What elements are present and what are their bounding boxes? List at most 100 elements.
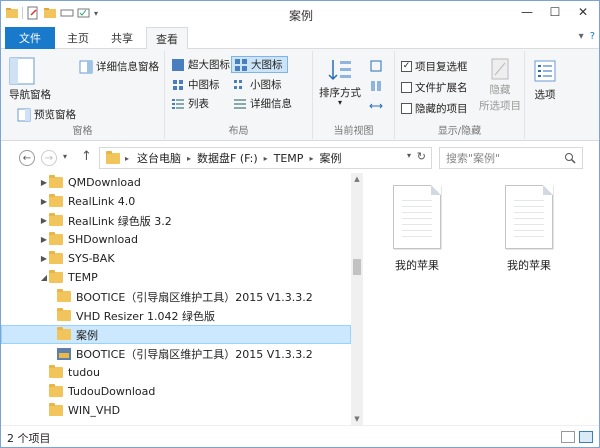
breadcrumb-drive-f[interactable]: 数据盘F (F:) (197, 150, 258, 166)
scroll-down-icon[interactable]: ▼ (351, 413, 363, 425)
details-view-icon[interactable] (561, 431, 575, 443)
chevron-down-icon[interactable]: ▾ (579, 31, 584, 42)
preview-pane-button[interactable]: 预览窗格 (17, 107, 76, 122)
address-bar-row: ← → ▾ ↑ ▸ 这台电脑 ▸ 数据盘F (F:) ▸ TEMP ▸ 案例 ▾… (1, 141, 599, 173)
tree-item[interactable]: ▶ RealLink 4.0 (1, 192, 351, 211)
close-button[interactable]: ✕ (569, 1, 597, 23)
folder-icon (49, 384, 63, 397)
chevron-right-icon[interactable]: ▸ (264, 154, 268, 163)
group-by-button[interactable] (369, 59, 383, 73)
add-columns-button[interactable] (369, 79, 383, 93)
layout-group: 超大图标 大图标 中图标 小图标 列表 详细信息 布局 (165, 51, 313, 139)
tree-item[interactable]: tudou (1, 363, 351, 382)
folder-icon (57, 308, 71, 321)
layout-details[interactable]: 详细信息 (233, 96, 292, 111)
layout-medium-icons[interactable]: 中图标 (171, 77, 220, 92)
ribbon-toggle: ▾ ? (579, 31, 595, 42)
extra-large-icons-icon (172, 58, 184, 71)
breadcrumb-temp[interactable]: TEMP (274, 152, 304, 165)
up-button[interactable]: ↑ (81, 149, 92, 164)
tree-item[interactable]: ▶ SHDownload (1, 230, 351, 249)
chevron-right-icon[interactable]: ▸ (125, 154, 129, 163)
layout-large-icons[interactable]: 大图标 (231, 56, 288, 73)
status-bar: 2 个项目 (1, 425, 599, 447)
expand-arrow-icon[interactable]: ▶ (39, 178, 49, 187)
file-name: 我的苹果 (395, 259, 439, 272)
chevron-right-icon[interactable]: ▸ (187, 154, 191, 163)
layout-small-icons[interactable]: 小图标 (233, 77, 282, 92)
scrollbar-thumb[interactable] (353, 259, 361, 275)
group-label: 显示/隐藏 (437, 126, 482, 137)
tree-item[interactable]: ▶ RealLink 绿色版 3.2 (1, 211, 351, 230)
group-by-icon (370, 60, 382, 72)
folder-icon (49, 270, 63, 283)
file-extensions-toggle[interactable]: 文件扩展名 (401, 80, 468, 95)
item-count: 2 个项目 (7, 431, 51, 445)
sort-icon (328, 60, 351, 81)
expand-arrow-icon[interactable]: ▶ (39, 254, 49, 263)
hidden-items-toggle[interactable]: 隐藏的项目 (401, 101, 468, 116)
tree-item-selected[interactable]: 案例 (1, 325, 351, 344)
hide-selected-icon (491, 58, 509, 80)
add-columns-icon (371, 81, 381, 91)
recent-locations-icon[interactable]: ▾ (63, 152, 67, 161)
layout-list[interactable]: 列表 (171, 96, 209, 111)
tree-item[interactable]: BOOTICE（引导扇区维护工具）2015 V1.3.3.2 (1, 287, 351, 306)
tab-share[interactable]: 共享 (101, 27, 143, 49)
file-item[interactable]: 我的苹果 (489, 185, 569, 273)
preview-pane-icon (17, 108, 31, 121)
tree-item[interactable]: ◢ TEMP (1, 268, 351, 287)
window-controls: — ☐ ✕ (513, 1, 597, 23)
checkbox-unchecked[interactable] (401, 103, 412, 114)
checkbox-checked[interactable]: ✓ (401, 61, 412, 72)
large-icons-view-icon[interactable] (579, 431, 593, 443)
back-button[interactable]: ← (19, 150, 35, 166)
document-icon (505, 185, 553, 249)
checkbox-unchecked[interactable] (401, 82, 412, 93)
folder-icon (49, 232, 63, 245)
sort-by-button[interactable]: 排序方式 ▾ (319, 57, 361, 107)
tab-file[interactable]: 文件 (5, 27, 55, 49)
tree-item[interactable]: WIN_VHD (1, 401, 351, 420)
tree-scrollbar[interactable]: ▲ ▼ (351, 173, 363, 425)
folder-icon (49, 175, 63, 188)
help-icon[interactable]: ? (590, 31, 595, 42)
layout-xl-icons[interactable]: 超大图标 (171, 57, 230, 72)
explorer-window: ▾ 案例 — ☐ ✕ 文件 主页 共享 查看 ▾ ? 导航窗格 预览窗格 详细信… (0, 0, 600, 448)
tree-item[interactable]: BOOTICE（引导扇区维护工具）2015 V1.3.3.2 (1, 344, 351, 363)
tree-item[interactable]: TudouDownload (1, 382, 351, 401)
search-input[interactable]: 搜索"案例" (439, 147, 583, 169)
tab-view[interactable]: 查看 (146, 27, 188, 50)
document-icon (393, 185, 441, 249)
item-checkboxes-toggle[interactable]: ✓ 项目复选框 (401, 59, 468, 74)
details-pane-icon (79, 60, 93, 73)
forward-button[interactable]: → (41, 150, 57, 166)
maximize-button[interactable]: ☐ (541, 1, 569, 23)
tree-item[interactable]: VHD Resizer 1.042 绿色版 (1, 306, 351, 325)
options-button[interactable]: 选项 (533, 59, 557, 102)
expand-arrow-icon[interactable]: ▶ (39, 197, 49, 206)
file-item[interactable]: 我的苹果 (377, 185, 457, 273)
breadcrumb-case[interactable]: 案例 (319, 150, 341, 166)
hide-selected-button[interactable]: 隐藏 所选项目 (479, 57, 521, 113)
minimize-button[interactable]: — (513, 1, 541, 23)
breadcrumb-this-pc[interactable]: 这台电脑 (137, 150, 181, 166)
expand-arrow-icon[interactable]: ▶ (39, 216, 49, 225)
refresh-icon[interactable]: ↻ (417, 150, 426, 163)
list-icon (172, 98, 184, 109)
collapse-arrow-icon[interactable]: ◢ (39, 273, 49, 282)
nav-pane-button[interactable]: 导航窗格 (9, 57, 61, 102)
current-view-group: 排序方式 ▾ 当前视图 (313, 51, 395, 139)
address-field[interactable]: ▸ 这台电脑 ▸ 数据盘F (F:) ▸ TEMP ▸ 案例 ▾ ↻ (99, 147, 432, 169)
expand-arrow-icon[interactable]: ▶ (39, 235, 49, 244)
tree-item[interactable]: ▶ QMDownload (1, 173, 351, 192)
scroll-up-icon[interactable]: ▲ (351, 173, 363, 185)
details-pane-button[interactable]: 详细信息窗格 (79, 59, 159, 74)
chevron-right-icon[interactable]: ▸ (309, 154, 313, 163)
tab-home[interactable]: 主页 (59, 27, 97, 49)
tree-item[interactable]: ▶ SYS-BAK (1, 249, 351, 268)
arrow-left-icon: ← (22, 152, 32, 164)
size-columns-button[interactable] (369, 99, 383, 113)
chevron-down-icon[interactable]: ▾ (407, 151, 411, 160)
window-title: 案例 (288, 9, 313, 23)
